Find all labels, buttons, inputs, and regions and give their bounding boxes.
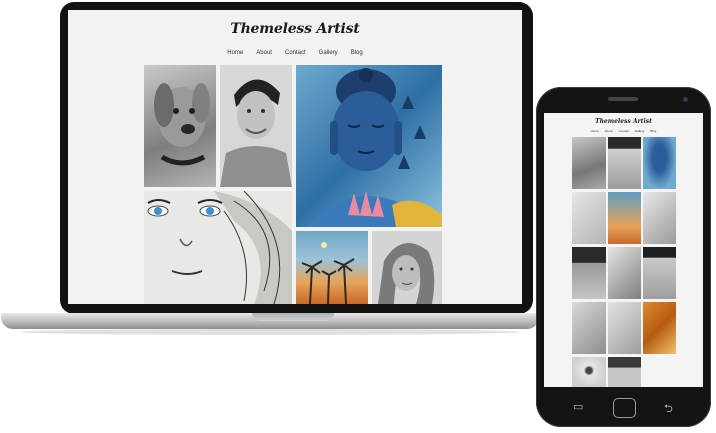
recent-apps-icon[interactable]: ▭	[573, 400, 583, 413]
mobile-nav-home[interactable]: Home	[591, 129, 599, 133]
gallery-image-buddha[interactable]	[296, 65, 442, 227]
laptop-shadow	[20, 329, 520, 335]
mobile-image-girl[interactable]	[643, 192, 676, 244]
mobile-image-tiger[interactable]	[643, 302, 676, 354]
mobile-image-dog[interactable]	[572, 137, 606, 189]
nav-gallery[interactable]: Gallery	[319, 50, 338, 56]
laptop-screen: Themeless Artist Home About Contact Gall…	[68, 10, 522, 304]
mobile-image-sunset[interactable]	[608, 192, 641, 244]
mobile-nav-contact[interactable]: Contact	[618, 129, 628, 133]
phone-home-button[interactable]	[613, 398, 636, 418]
mobile-nav-about[interactable]: About	[605, 129, 613, 133]
gallery-image-girl[interactable]	[372, 231, 442, 304]
mobile-nav-gallery[interactable]: Gallery	[635, 129, 645, 133]
gallery-image-man[interactable]	[220, 65, 292, 187]
nav-blog[interactable]: Blog	[351, 50, 363, 56]
mobile-nav: Home About Contact Gallery Blog	[544, 129, 703, 133]
mobile-image-wrapped-figure[interactable]	[572, 302, 606, 354]
main-nav: Home About Contact Gallery Blog	[68, 50, 522, 56]
laptop-trackpad-notch	[252, 313, 334, 321]
mobile-image-eye[interactable]	[572, 357, 606, 387]
mobile-image-woman-hood[interactable]	[608, 302, 641, 354]
mobile-image-man[interactable]	[608, 137, 641, 189]
mobile-image-woman-face[interactable]	[572, 192, 606, 244]
mobile-nav-blog[interactable]: Blog	[650, 129, 656, 133]
nav-about[interactable]: About	[256, 50, 272, 56]
nav-contact[interactable]: Contact	[285, 50, 306, 56]
back-icon[interactable]: ⮌	[664, 400, 673, 419]
gallery-image-sunset[interactable]	[296, 231, 368, 304]
phone-screen: Themeless Artist Home About Contact Gall…	[544, 113, 703, 387]
mobile-image-woman-smile[interactable]	[608, 357, 641, 387]
mobile-image-girl-long-hair[interactable]	[608, 247, 641, 299]
site-title: Themeless Artist	[230, 21, 360, 37]
nav-home[interactable]: Home	[227, 50, 243, 56]
mobile-image-dark-hair[interactable]	[643, 247, 676, 299]
mobile-image-buddha[interactable]	[643, 137, 676, 189]
phone-speaker	[608, 97, 638, 101]
gallery-image-dog[interactable]	[144, 65, 216, 187]
mobile-site-title: Themeless Artist	[595, 118, 652, 125]
mobile-image-boy[interactable]	[572, 247, 606, 299]
phone-camera	[683, 97, 688, 102]
gallery-image-woman-eyes[interactable]	[144, 191, 292, 304]
